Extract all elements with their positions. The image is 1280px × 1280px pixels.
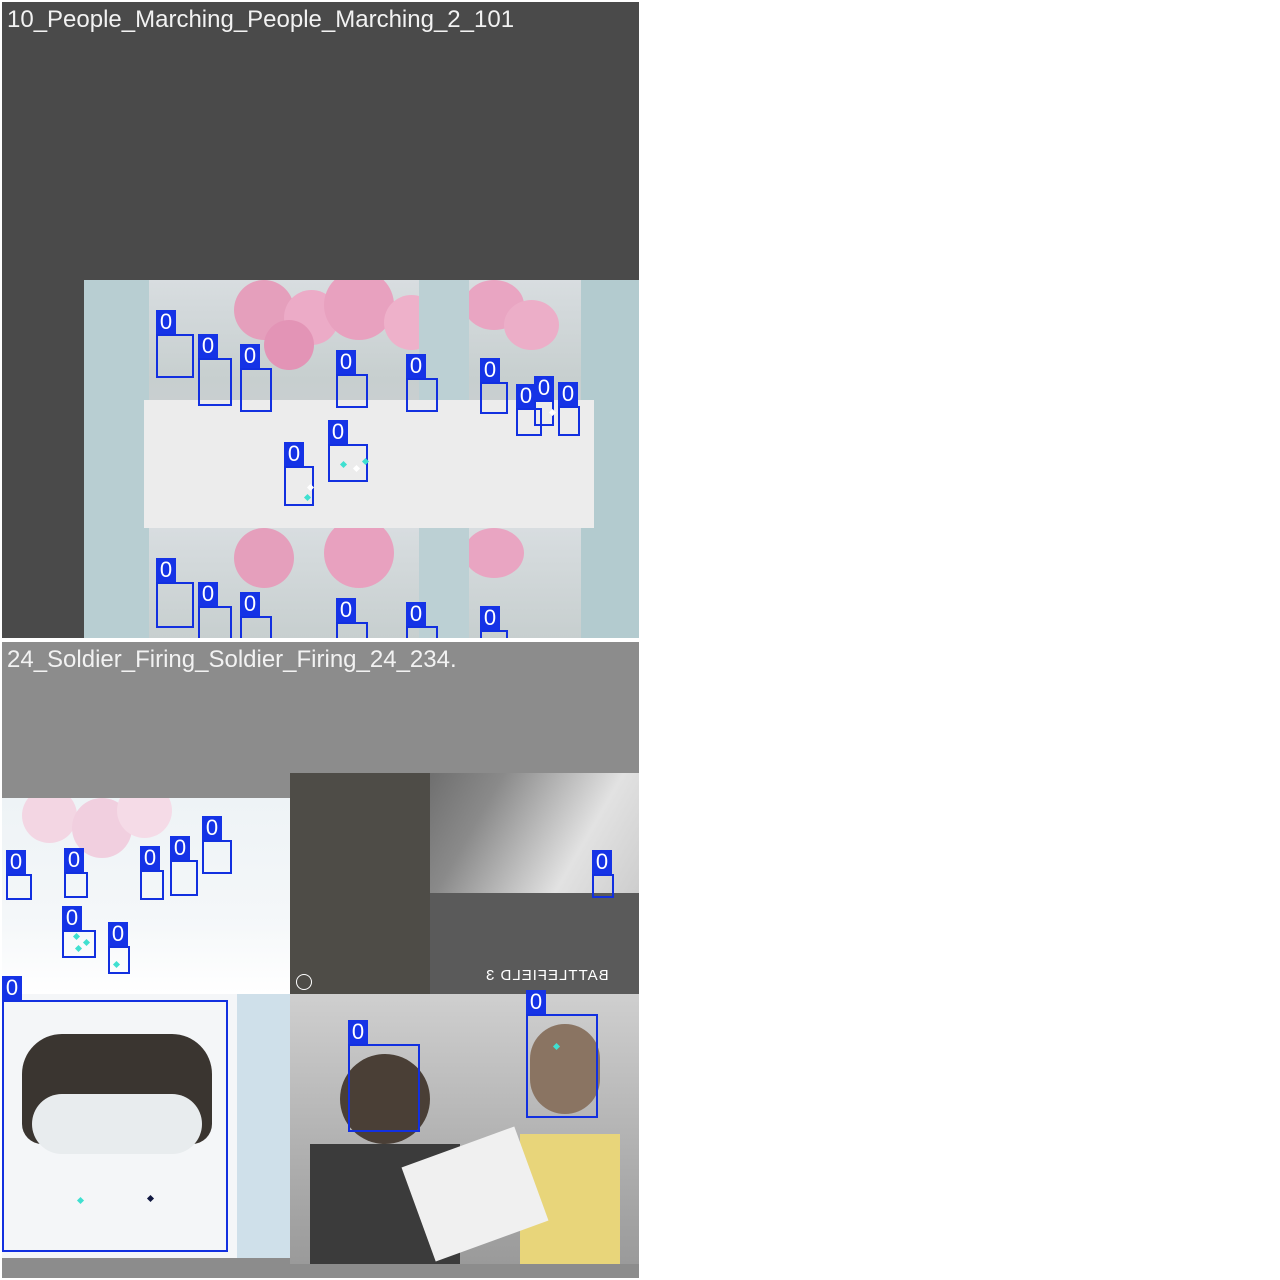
face-box: 0 (526, 990, 598, 1118)
box-label: 0 (64, 848, 84, 872)
face-box: 0 (108, 922, 130, 974)
box-label: 0 (6, 850, 26, 874)
box-label: 0 (406, 602, 426, 626)
box-label: 0 (348, 1020, 368, 1044)
tile-title: 24_Soldier_Firing_Soldier_Firing_24_234. (7, 646, 457, 673)
face-box: 0 (480, 606, 508, 638)
face-box: 0 (198, 582, 232, 638)
box-label: 0 (156, 310, 176, 334)
face-box: 0 (240, 592, 272, 638)
box-label: 0 (328, 420, 348, 444)
box-label: 0 (480, 358, 500, 382)
face-box: 0 (558, 382, 580, 436)
face-box: 0 (328, 420, 368, 482)
face-box: 0 (62, 906, 96, 958)
face-box: 0 (6, 850, 32, 900)
face-box: 0 (592, 850, 614, 898)
box-label: 0 (284, 442, 304, 466)
box-label: 0 (592, 850, 612, 874)
box-label: 0 (156, 558, 176, 582)
face-box: 0 (156, 558, 194, 628)
battlefield-watermark: BATTLEFIELD 3 (485, 967, 609, 984)
box-label: 0 (2, 976, 22, 1000)
face-box: 0 (2, 976, 228, 1252)
box-label: 0 (240, 592, 260, 616)
face-box: 0 (140, 846, 164, 900)
face-box: 0 (202, 816, 232, 874)
box-label: 0 (202, 816, 222, 840)
box-label: 0 (62, 906, 82, 930)
face-box: 0 (64, 848, 88, 898)
ea-logo-icon (296, 974, 312, 990)
face-box: 0 (240, 344, 272, 412)
face-box: 0 (336, 598, 368, 638)
box-label: 0 (336, 350, 356, 374)
face-box: 0 (406, 602, 438, 638)
box-label: 0 (516, 384, 536, 408)
photo-soldiers-grayscale: BATTLEFIELD 3 (290, 773, 639, 994)
mosaic-tile-2: 24_Soldier_Firing_Soldier_Firing_24_234.… (2, 642, 639, 1278)
box-label: 0 (526, 990, 546, 1014)
box-label: 0 (336, 598, 356, 622)
face-box: 0 (406, 354, 438, 412)
face-box: 0 (348, 1020, 420, 1132)
face-box: 0 (480, 358, 508, 414)
box-label: 0 (534, 376, 554, 400)
box-label: 0 (240, 344, 260, 368)
face-box: 0 (170, 836, 198, 896)
box-label: 0 (170, 836, 190, 860)
box-label: 0 (140, 846, 160, 870)
face-box: 0 (336, 350, 368, 408)
tile-title: 10_People_Marching_People_Marching_2_101 (7, 6, 515, 33)
box-label: 0 (406, 354, 426, 378)
mosaic-tile-1: 10_People_Marching_People_Marching_2_101… (2, 2, 639, 638)
box-label: 0 (480, 606, 500, 630)
box-label: 0 (198, 334, 218, 358)
box-label: 0 (198, 582, 218, 606)
box-label: 0 (108, 922, 128, 946)
face-box: 0 (156, 310, 194, 378)
face-box: 0 (198, 334, 232, 406)
box-label: 0 (558, 382, 578, 406)
